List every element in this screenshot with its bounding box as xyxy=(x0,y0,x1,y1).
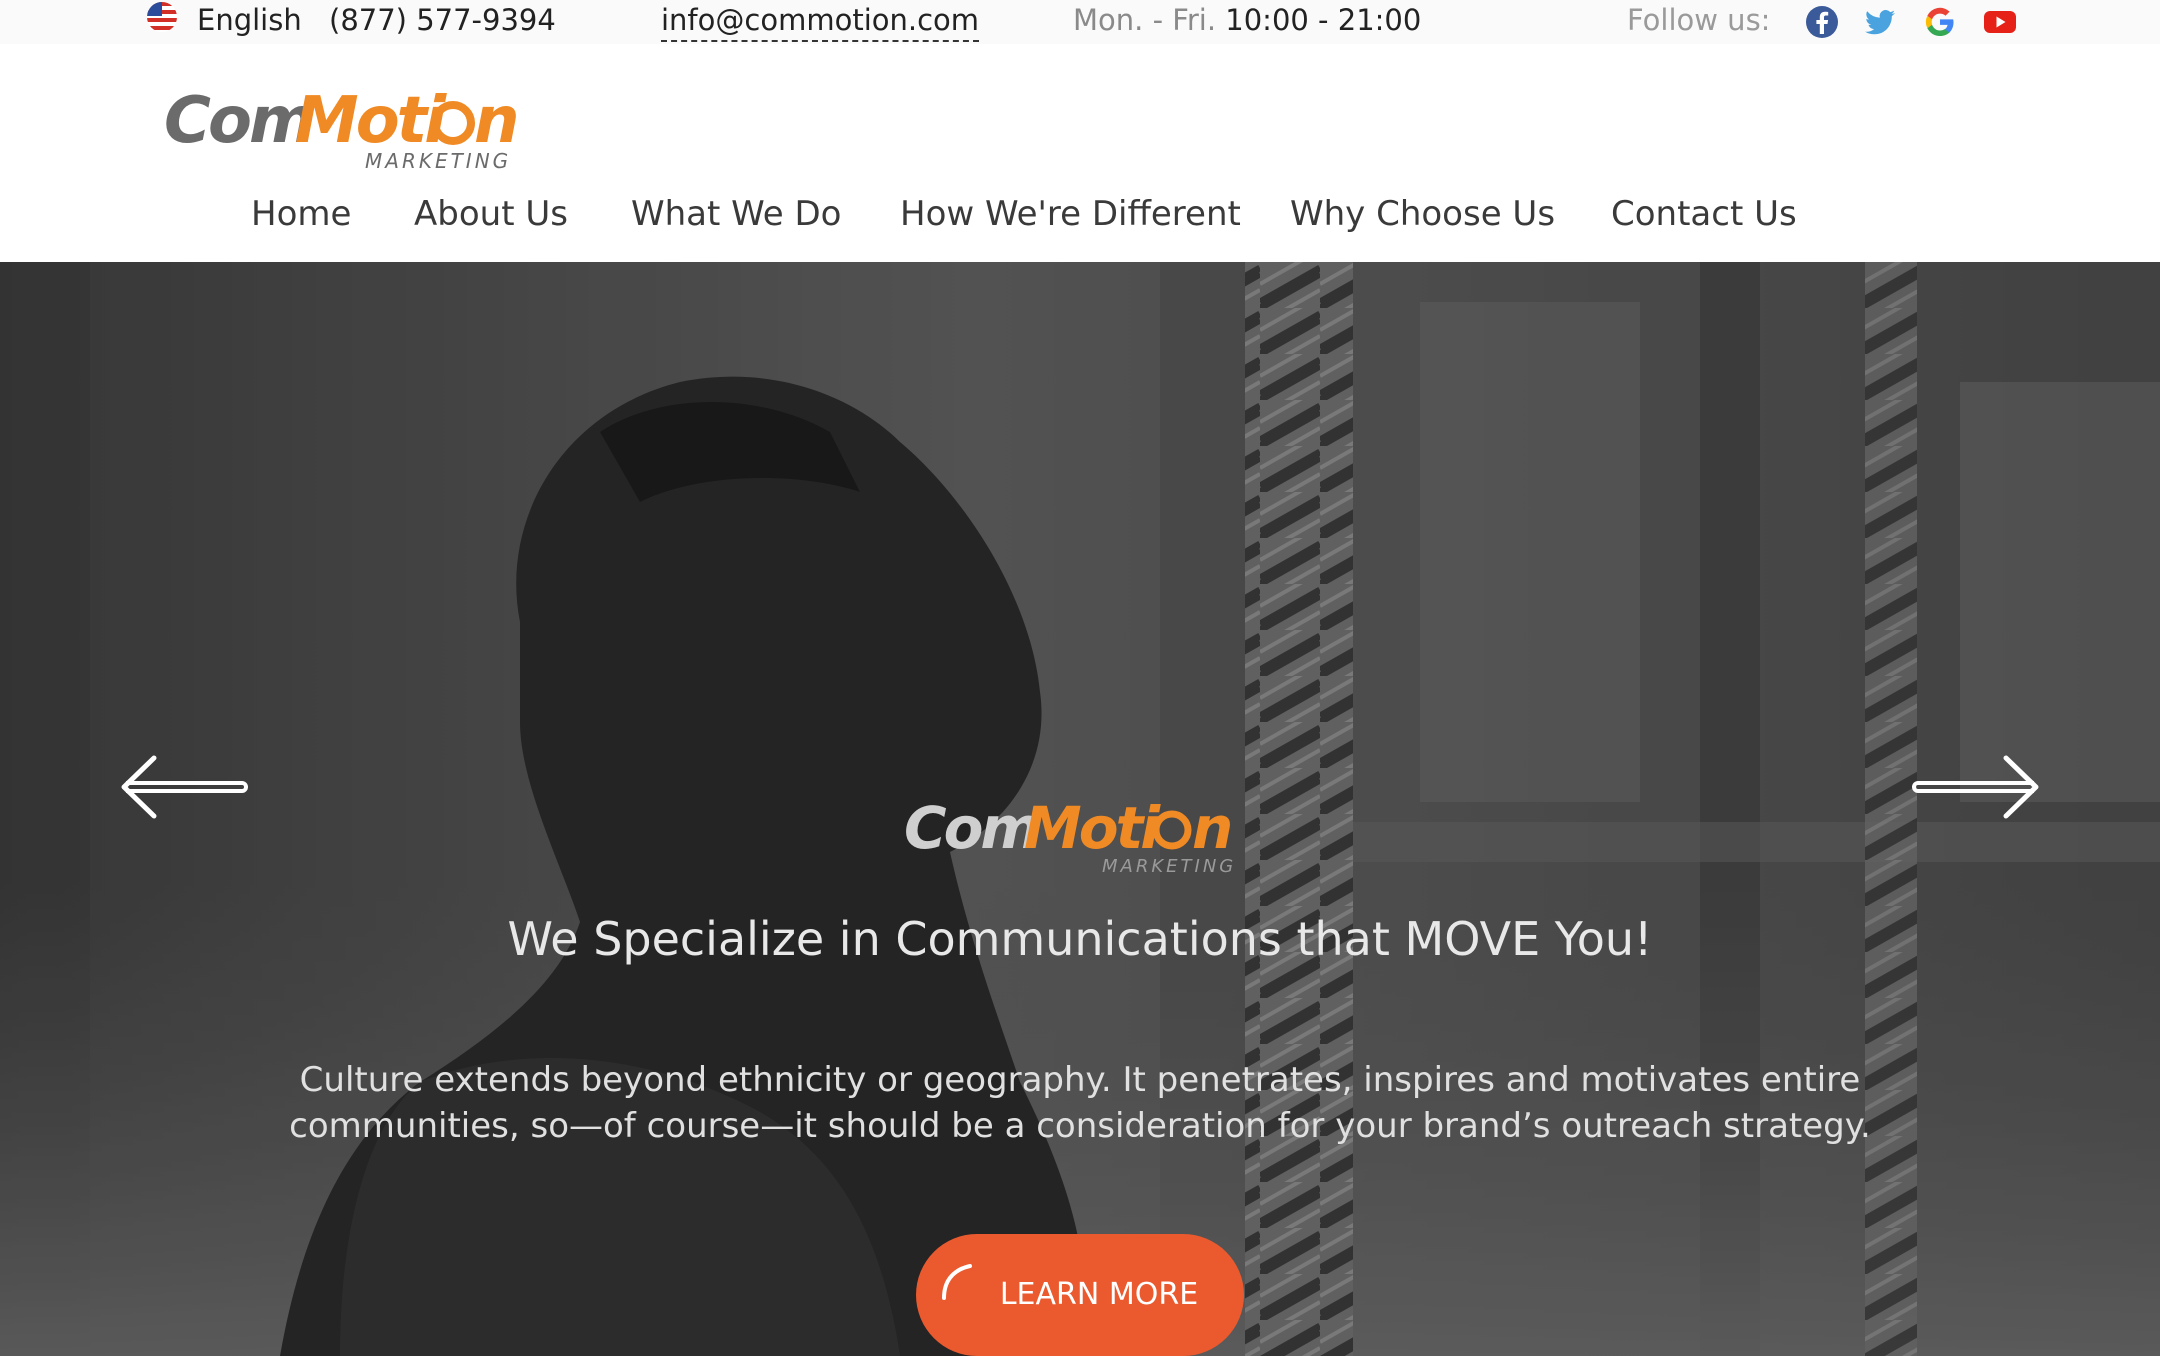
hero-logo-text-com: Com xyxy=(904,794,1038,862)
top-bar: English (877) 577-9394 info@commotion.co… xyxy=(0,0,2160,44)
facebook-icon[interactable] xyxy=(1805,5,1839,39)
nav-what-we-do[interactable]: What We Do xyxy=(631,186,841,242)
hours-days: Mon. - Fri. xyxy=(1073,3,1217,37)
site-header: Com Moti n MARKETING Home About Us What … xyxy=(0,44,2160,262)
learn-more-button[interactable]: LEARN MORE xyxy=(916,1234,1244,1356)
twitter-icon[interactable] xyxy=(1863,5,1897,39)
logo-text-moti: Moti xyxy=(295,84,447,158)
logo-text-com: Com xyxy=(164,84,313,158)
google-icon[interactable] xyxy=(1923,5,1957,39)
hero-logo-tagline: MARKETING xyxy=(1102,856,1236,877)
logo-text-n: n xyxy=(474,84,520,158)
hero-slider: Com Moti n MARKETING We Specialize in Co… xyxy=(0,262,2160,1356)
hero-body-text: Culture extends beyond ethnicity or geog… xyxy=(289,1060,1871,1146)
language-selector[interactable]: English xyxy=(197,0,302,40)
hero-commotion-logo: Com Moti n MARKETING xyxy=(904,794,1236,877)
phone-number[interactable]: (877) 577-9394 xyxy=(329,0,556,40)
hero-logo-text-moti: Moti xyxy=(1024,794,1161,862)
hours-time: 10:00 - 21:00 xyxy=(1225,3,1422,37)
email-link[interactable]: info@commotion.com xyxy=(661,0,980,42)
nav-how-were-different[interactable]: How We're Different xyxy=(900,186,1241,242)
commotion-logo[interactable]: Com Moti n MARKETING xyxy=(160,68,520,198)
previous-slide-arrow-icon[interactable] xyxy=(118,752,250,822)
nav-home[interactable]: Home xyxy=(251,186,351,242)
us-flag-icon[interactable] xyxy=(147,2,177,32)
hero-logo-text-n: n xyxy=(1192,794,1233,862)
nav-about-us[interactable]: About Us xyxy=(414,186,568,242)
next-slide-arrow-icon[interactable] xyxy=(1910,752,2042,822)
hero-logo-swirl-icon xyxy=(1152,810,1192,850)
follow-us-label: Follow us: xyxy=(1627,3,1771,37)
youtube-icon[interactable] xyxy=(1983,5,2017,39)
learn-more-label: LEARN MORE xyxy=(999,1277,1199,1312)
logo-tagline: MARKETING xyxy=(365,149,511,173)
hero-headline: We Specialize in Communications that MOV… xyxy=(507,912,1653,966)
loading-arc-icon xyxy=(942,1264,972,1300)
business-hours: Mon. - Fri. 10:00 - 21:00 xyxy=(1073,0,1421,40)
nav-contact-us[interactable]: Contact Us xyxy=(1611,186,1797,242)
nav-why-choose-us[interactable]: Why Choose Us xyxy=(1290,186,1555,242)
